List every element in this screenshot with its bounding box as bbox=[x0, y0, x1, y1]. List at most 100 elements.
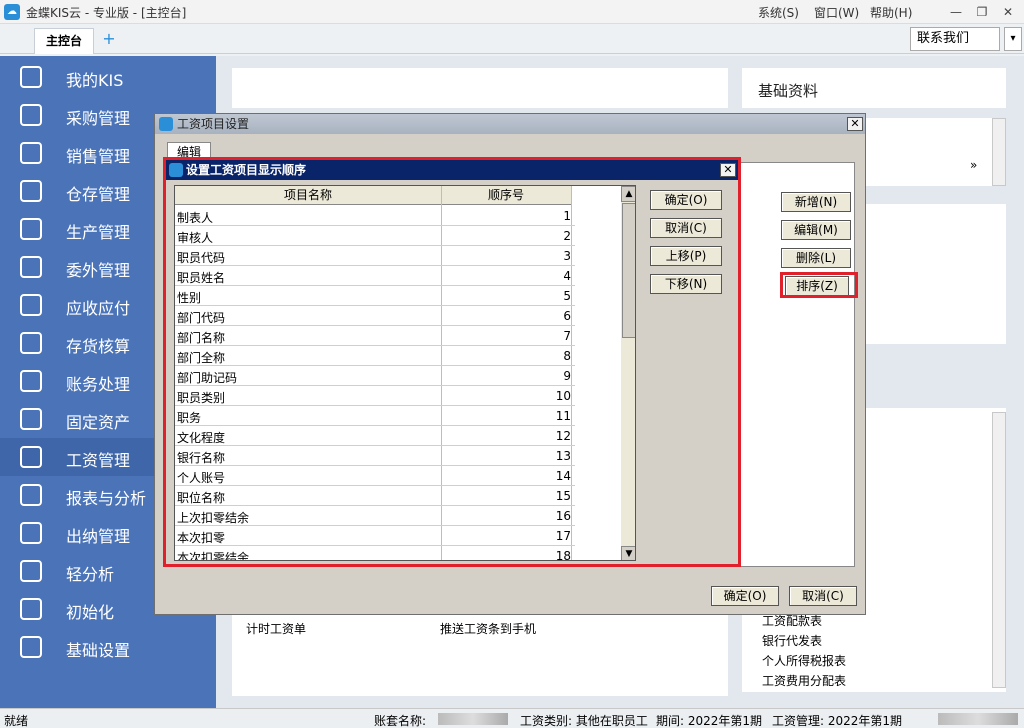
asset-icon bbox=[20, 408, 42, 430]
close-icon[interactable]: ✕ bbox=[847, 117, 863, 131]
report-item[interactable]: 银行代发表 bbox=[762, 632, 822, 649]
table-row[interactable]: 上次扣零结余 16 bbox=[175, 506, 575, 526]
item-name-cell: 部门名称 bbox=[177, 331, 226, 345]
receivable-icon bbox=[20, 294, 42, 316]
cancel-button[interactable]: 取消(C) bbox=[650, 218, 722, 238]
sequence-cell: 6 bbox=[563, 309, 571, 323]
analysis-icon bbox=[20, 560, 42, 582]
sequence-cell: 15 bbox=[555, 489, 571, 503]
report-item[interactable]: 工资费用分配表 bbox=[762, 672, 846, 689]
sequence-cell: 1 bbox=[563, 209, 571, 223]
sidebar-item[interactable]: 基础设置 bbox=[0, 628, 216, 666]
cancel-button[interactable]: 取消(C) bbox=[789, 586, 857, 606]
table-row[interactable]: 本次扣零结余 18 bbox=[175, 546, 575, 561]
app-title: 金蝶KIS云 - 专业版 - [主控台] bbox=[26, 6, 187, 20]
table-row[interactable]: 本次扣零 17 bbox=[175, 526, 575, 546]
order-dialog-title: 设置工资项目显示顺序 bbox=[166, 160, 738, 180]
item-name-cell: 部门全称 bbox=[177, 351, 226, 365]
table-row[interactable]: 制表人 1 bbox=[175, 206, 575, 226]
sequence-cell: 4 bbox=[563, 269, 571, 283]
title-bar: ☁ 金蝶KIS云 - 专业版 - [主控台] 系统(S) 窗口(W) 帮助(H)… bbox=[0, 0, 1024, 24]
column-header-name[interactable]: 项目名称 bbox=[175, 186, 441, 205]
sidebar-item-label: 采购管理 bbox=[66, 109, 131, 128]
close-icon[interactable]: ✕ bbox=[720, 163, 736, 177]
scroll-thumb[interactable] bbox=[622, 203, 635, 338]
minimize-button[interactable]: — bbox=[944, 2, 968, 22]
redacted-user bbox=[938, 713, 1018, 725]
table-row[interactable]: 部门名称 7 bbox=[175, 326, 575, 346]
sequence-cell: 12 bbox=[555, 429, 571, 443]
push-payslip-link[interactable]: 推送工资条到手机 bbox=[440, 620, 536, 637]
table-row[interactable]: 银行名称 13 bbox=[175, 446, 575, 466]
table-row[interactable]: 性别 5 bbox=[175, 286, 575, 306]
move-down-button[interactable]: 下移(N) bbox=[650, 274, 722, 294]
report-item[interactable]: 个人所得税报表 bbox=[762, 652, 846, 669]
sidebar-item-label: 生产管理 bbox=[66, 223, 131, 242]
item-name-cell: 制表人 bbox=[177, 211, 214, 225]
table-row[interactable]: 部门全称 8 bbox=[175, 346, 575, 366]
menu-help[interactable]: 帮助(H) bbox=[870, 4, 912, 21]
outsource-icon bbox=[20, 256, 42, 278]
delete-button[interactable]: 删除(L) bbox=[781, 248, 851, 268]
purchase-icon bbox=[20, 104, 42, 126]
scroll-down-icon[interactable]: ▼ bbox=[621, 546, 635, 560]
menu-system[interactable]: 系统(S) bbox=[758, 4, 799, 21]
table-row[interactable]: 职员代码 3 bbox=[175, 246, 575, 266]
move-up-button[interactable]: 上移(P) bbox=[650, 246, 722, 266]
tab-strip: 主控台 + bbox=[0, 24, 1024, 54]
sequence-cell: 3 bbox=[563, 249, 571, 263]
app-logo-icon: ☁ bbox=[4, 4, 20, 20]
item-name-cell: 职务 bbox=[177, 411, 202, 425]
menu-window[interactable]: 窗口(W) bbox=[814, 4, 859, 21]
edit-button[interactable]: 编辑(M) bbox=[781, 220, 851, 240]
period: 期间: 2022年第1期 bbox=[656, 714, 763, 728]
table-row[interactable]: 审核人 2 bbox=[175, 226, 575, 246]
sequence-cell: 14 bbox=[555, 469, 571, 483]
sequence-cell: 16 bbox=[555, 509, 571, 523]
add-tab-icon[interactable]: + bbox=[100, 30, 118, 48]
sidebar-item-label: 出纳管理 bbox=[66, 527, 131, 546]
restore-button[interactable]: ❐ bbox=[970, 2, 994, 22]
timed-payroll-link[interactable]: 计时工资单 bbox=[246, 620, 306, 637]
sequence-cell: 5 bbox=[563, 289, 571, 303]
double-chevron-icon[interactable]: » bbox=[970, 158, 977, 172]
sidebar-item-label: 轻分析 bbox=[66, 565, 115, 584]
salary-type: 工资类别: 其他在职员工 bbox=[520, 714, 648, 728]
table-row[interactable]: 职位名称 15 bbox=[175, 486, 575, 506]
grid-scrollbar[interactable]: ▲ ▼ bbox=[621, 186, 635, 560]
dialog-title: 工资项目设置 bbox=[155, 114, 865, 134]
basic-scrollbar[interactable] bbox=[992, 118, 1006, 186]
table-row[interactable]: 部门助记码 9 bbox=[175, 366, 575, 386]
sidebar-item-label: 销售管理 bbox=[66, 147, 131, 166]
init-icon bbox=[20, 598, 42, 620]
item-name-cell: 本次扣零结余 bbox=[177, 551, 250, 561]
table-row[interactable]: 个人账号 14 bbox=[175, 466, 575, 486]
reports-scrollbar[interactable] bbox=[992, 412, 1006, 688]
scroll-up-icon[interactable]: ▲ bbox=[621, 186, 635, 202]
cashier-icon bbox=[20, 522, 42, 544]
ok-button[interactable]: 确定(O) bbox=[650, 190, 722, 210]
sidebar-item[interactable]: 我的KIS bbox=[0, 58, 216, 96]
status-ready: 就绪 bbox=[4, 714, 29, 728]
table-row[interactable]: 职务 11 bbox=[175, 406, 575, 426]
sequence-cell: 9 bbox=[563, 369, 571, 383]
sequence-cell: 10 bbox=[555, 389, 571, 403]
table-row[interactable]: 部门代码 6 bbox=[175, 306, 575, 326]
contact-us-button[interactable]: 联系我们 bbox=[910, 27, 1000, 51]
chevron-down-icon[interactable]: ▾ bbox=[1004, 27, 1022, 51]
sequence-cell: 7 bbox=[563, 329, 571, 343]
sidebar-item-label: 基础设置 bbox=[66, 641, 131, 660]
ok-button[interactable]: 确定(O) bbox=[711, 586, 779, 606]
table-row[interactable]: 职员姓名 4 bbox=[175, 266, 575, 286]
close-window-button[interactable]: ✕ bbox=[996, 2, 1020, 22]
table-row[interactable]: 文化程度 12 bbox=[175, 426, 575, 446]
tab-main-console[interactable]: 主控台 bbox=[34, 28, 94, 54]
add-button[interactable]: 新增(N) bbox=[781, 192, 851, 212]
status-bar: 就绪 账套名称: 工资类别: 其他在职员工 期间: 2022年第1期 工资管理:… bbox=[0, 708, 1024, 728]
column-header-seq[interactable]: 顺序号 bbox=[441, 186, 571, 205]
sidebar-item-label: 账务处理 bbox=[66, 375, 131, 394]
top-panel bbox=[232, 68, 728, 108]
settings-icon bbox=[20, 636, 42, 658]
item-name-cell: 上次扣零结余 bbox=[177, 511, 250, 525]
table-row[interactable]: 职员类别 10 bbox=[175, 386, 575, 406]
